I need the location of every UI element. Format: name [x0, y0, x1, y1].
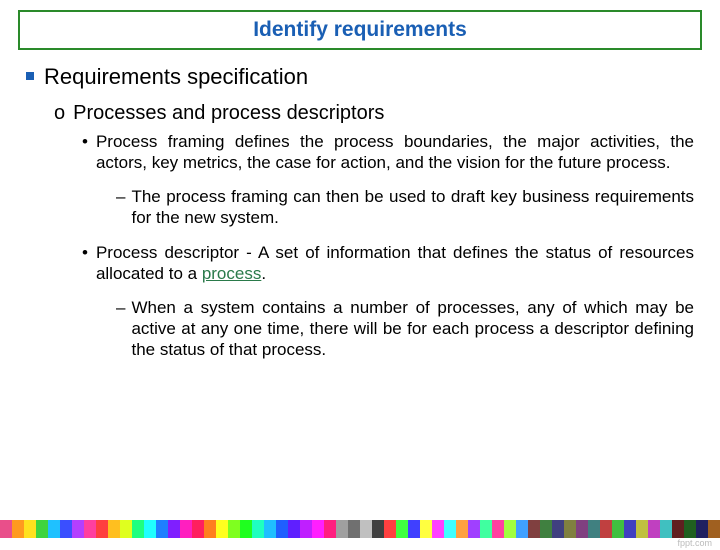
bullet-level-3: • Process framing defines the process bo…	[82, 131, 694, 174]
decorative-color-strip	[0, 520, 720, 538]
lvl3-text-b: Process descriptor - A set of informatio…	[96, 242, 694, 285]
bullet-level-4: – When a system contains a number of pro…	[116, 297, 694, 361]
dash-bullet-icon: –	[116, 298, 125, 318]
lvl1-text: Requirements specification	[44, 64, 308, 90]
lvl3-text-a: Process framing defines the process boun…	[96, 131, 694, 174]
lvl3b-post: .	[261, 264, 266, 283]
dot-bullet-icon: •	[82, 132, 88, 152]
title-box: Identify requirements	[18, 10, 702, 50]
content-area: Requirements specification o Processes a…	[0, 50, 720, 360]
lvl2-text: Processes and process descriptors	[73, 102, 384, 125]
lvl4-text-b: When a system contains a number of proce…	[131, 297, 694, 361]
slide-title: Identify requirements	[253, 18, 467, 41]
bullet-level-3: • Process descriptor - A set of informat…	[82, 242, 694, 285]
bullet-level-4: – The process framing can then be used t…	[116, 186, 694, 229]
dash-bullet-icon: –	[116, 187, 125, 207]
dot-bullet-icon: •	[82, 243, 88, 263]
bullet-level-2: o Processes and process descriptors	[54, 102, 694, 125]
square-bullet-icon	[26, 72, 34, 80]
process-link[interactable]: process	[202, 264, 262, 283]
bullet-level-1: Requirements specification	[26, 64, 694, 90]
lvl3b-pre: Process descriptor - A set of informatio…	[96, 243, 694, 283]
lvl4-text-a: The process framing can then be used to …	[131, 186, 694, 229]
circle-bullet-icon: o	[54, 102, 65, 125]
